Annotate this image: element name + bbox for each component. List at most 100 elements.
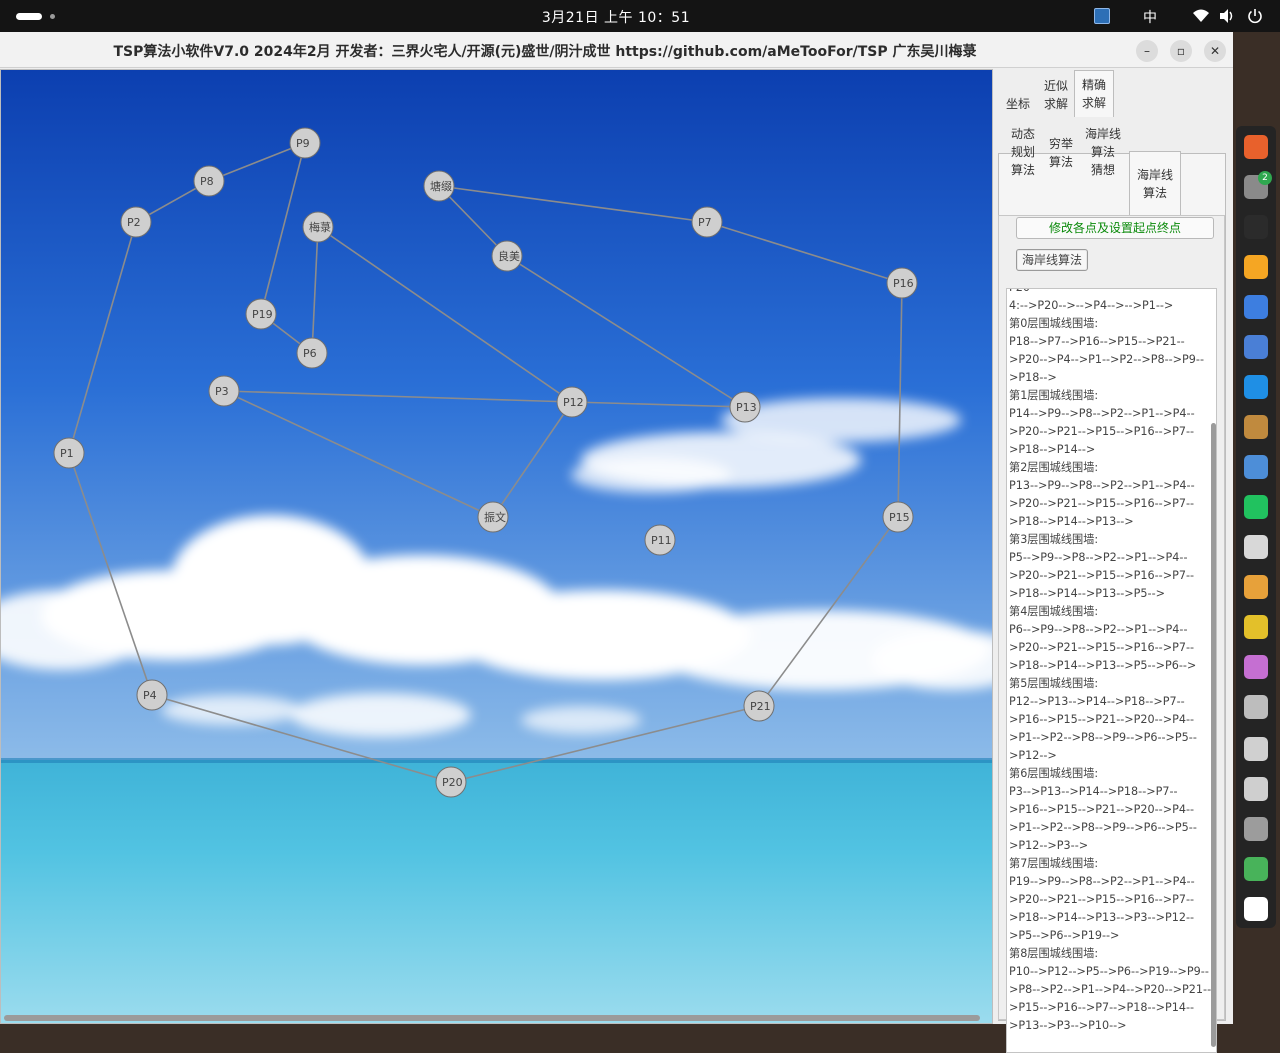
output-line: >P18-->P14--> (1009, 443, 1096, 456)
vertical-scrollbar[interactable] (1211, 423, 1216, 1047)
city-node[interactable]: P3 (208, 375, 240, 407)
city-node-label: 振文 (484, 510, 506, 524)
city-node-label: P4 (143, 689, 157, 702)
wifi-icon[interactable] (1192, 8, 1210, 24)
output-line: >P20-->P21-->P15-->P16-->P7-- (1009, 893, 1195, 906)
text-editor-icon[interactable] (1244, 295, 1268, 319)
output-line: >P20-->P4-->P1-->P2-->P8-->P9-- (1009, 353, 1204, 366)
tour-edge (151, 694, 452, 783)
app-indicator-icon[interactable] (1094, 8, 1110, 24)
city-node[interactable]: P19 (245, 298, 277, 330)
tab-coastline-algorithm[interactable]: 海岸线 算法 (1129, 151, 1181, 215)
city-node-label: P15 (889, 511, 910, 524)
tab-coastline-conjecture[interactable]: 海岸线 算法 猜想 (1082, 125, 1124, 181)
city-node[interactable]: P7 (691, 206, 723, 238)
tour-edge (897, 282, 903, 518)
city-node[interactable]: P1 (53, 437, 85, 469)
output-line: P6-->P9-->P8-->P2-->P1-->P4-- (1009, 623, 1188, 636)
city-node[interactable]: P8 (193, 165, 225, 197)
tour-edge (758, 516, 899, 707)
output-line: >P18-->P14-->P13-->P3-->P12-- (1009, 911, 1195, 924)
city-node[interactable]: P20 (435, 766, 467, 798)
power-icon[interactable] (1247, 8, 1263, 24)
maximize-button[interactable]: ▫ (1170, 40, 1192, 62)
vscode-icon[interactable] (1244, 375, 1268, 399)
minimize-button[interactable]: – (1136, 40, 1158, 62)
output-line: >P12-->P3--> (1009, 839, 1089, 852)
disk-usage-icon[interactable] (1244, 575, 1268, 599)
city-node[interactable]: 良美 (491, 240, 523, 272)
output-line: >P18-->P14-->P13-->P5-->P6--> (1009, 659, 1197, 672)
output-textarea[interactable]: P20 4:-->P20-->-->P4-->-->P1--> 第0层围城线围墙: P… (1006, 288, 1217, 1053)
files-icon[interactable]: 2 (1244, 171, 1272, 199)
tab-dynamic-programming[interactable]: 动态 规划 算法 (1006, 125, 1040, 181)
tab-approximate-solve[interactable]: 近似 求解 (1038, 77, 1074, 117)
modify-points-button[interactable]: 修改各点及设置起点终点 (1016, 217, 1214, 239)
tsp-graph[interactable]: P9 P8 P2 梅菉 塘缀良美 P7 P16 P19 P6 P3 P12 P13 P1 振文 P11 P15… (1, 70, 993, 1024)
music-player-icon[interactable] (1244, 615, 1268, 639)
clock[interactable]: 3月21日 上午 10：51 (0, 7, 1232, 27)
run-coastline-button[interactable]: 海岸线算法 (1016, 249, 1088, 271)
tour-edge (438, 185, 708, 223)
tour-edge (68, 452, 153, 696)
city-node[interactable]: P2 (120, 206, 152, 238)
system-monitor-icon[interactable] (1244, 777, 1268, 801)
graph-canvas[interactable]: P9 P8 P2 梅菉 塘缀良美 P7 P16 P19 P6 P3 P12 P13 P1 振文 P11 P15… (0, 69, 993, 1024)
ssd-drive-icon[interactable] (1244, 817, 1268, 841)
wechat-icon[interactable] (1244, 495, 1268, 519)
output-line: 第5层围城线围墙: (1009, 677, 1099, 690)
firefox-icon[interactable] (1244, 135, 1268, 159)
notes-icon[interactable] (1244, 335, 1268, 359)
notification-badge: 2 (1258, 171, 1272, 185)
tour-edge (706, 221, 903, 284)
settings-gear-icon[interactable] (1244, 455, 1268, 479)
trash-icon[interactable] (1244, 857, 1268, 881)
city-node-label: P1 (60, 447, 74, 460)
tour-edge (450, 705, 760, 783)
terminal-icon[interactable] (1244, 215, 1268, 239)
output-line: P20 (1009, 289, 1204, 297)
ubuntu-apps-icon[interactable] (1244, 897, 1268, 921)
window-titlebar[interactable]: TSP算法小软件V7.0 2024年2月 开发者：三界火宅人/开源(元)盛世/阴… (0, 32, 1233, 68)
sublime-text-icon[interactable] (1244, 255, 1268, 279)
city-node-label: 梅菉 (309, 220, 331, 234)
output-line: >P18-->P14-->P13--> (1009, 515, 1134, 528)
output-line: P10-->P12-->P5-->P6-->P19-->P9-- (1009, 965, 1209, 978)
city-node[interactable]: 振文 (477, 501, 509, 533)
city-node[interactable]: P15 (882, 501, 914, 533)
city-node[interactable]: P9 (289, 127, 321, 159)
city-node[interactable]: P4 (136, 679, 168, 711)
tab-exact-solve[interactable]: 精确 求解 (1074, 70, 1114, 117)
photos-icon[interactable] (1244, 655, 1268, 679)
input-method-indicator[interactable]: 中 (1143, 7, 1157, 27)
city-node[interactable]: P11 (644, 524, 676, 556)
output-line: >P1-->P2-->P8-->P9-->P6-->P5-- (1009, 731, 1197, 744)
city-node[interactable]: 塘缀 (423, 170, 455, 202)
window-title: TSP算法小软件V7.0 2024年2月 开发者：三界火宅人/开源(元)盛世/阴… (113, 44, 977, 60)
city-node[interactable]: P12 (556, 386, 588, 418)
city-node[interactable]: P13 (729, 391, 761, 423)
output-line: P13-->P9-->P8-->P2-->P1-->P4-- (1009, 479, 1195, 492)
tour-edge (317, 226, 573, 403)
output-line: 第4层围城线围墙: (1009, 605, 1099, 618)
tsp-app-window: TSP算法小软件V7.0 2024年2月 开发者：三界火宅人/开源(元)盛世/阴… (0, 32, 1233, 1053)
system-settings-icon[interactable] (1244, 737, 1268, 761)
tour-edge (260, 142, 306, 315)
output-line: 4:-->P20-->-->P4-->-->P1--> (1009, 299, 1174, 312)
city-node[interactable]: P21 (743, 690, 775, 722)
city-node[interactable]: P6 (296, 337, 328, 369)
tour-edge (223, 390, 494, 518)
tab-brute-force[interactable]: 穷举 算法 (1044, 135, 1078, 175)
chat-bubble-icon[interactable] (1244, 535, 1268, 559)
database-icon[interactable] (1244, 695, 1268, 719)
city-nodes[interactable]: P9 P8 P2 梅菉 塘缀良美 P7 P16 P19 P6 P3 P12 P13 P1 振文 P11 P15… (53, 127, 918, 798)
output-line: >P15-->P16-->P7-->P18-->P14-- (1009, 1001, 1195, 1014)
horizontal-scrollbar[interactable] (4, 1015, 980, 1021)
paint-brush-icon[interactable] (1244, 415, 1268, 439)
tab-coordinates[interactable]: 坐标 (1000, 87, 1036, 123)
city-node[interactable]: 梅菉 (302, 211, 334, 243)
close-button[interactable]: ✕ (1204, 40, 1226, 62)
volume-icon[interactable] (1218, 8, 1236, 24)
output-line: P3-->P13-->P14-->P18-->P7-- (1009, 785, 1178, 798)
city-node[interactable]: P16 (886, 267, 918, 299)
